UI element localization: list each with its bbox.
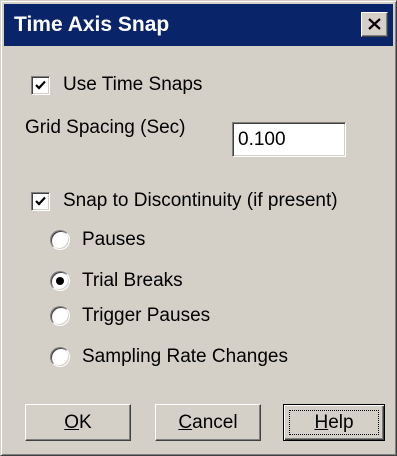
snap-to-discontinuity-label: Snap to Discontinuity (if present)	[63, 190, 338, 211]
radio-pauses[interactable]	[50, 230, 70, 250]
ok-label-rest: K	[79, 411, 92, 433]
window-title: Time Axis Snap	[14, 13, 170, 36]
grid-spacing-input[interactable]	[232, 122, 346, 157]
radio-trial-breaks-label: Trial Breaks	[82, 270, 183, 291]
use-time-snaps-label: Use Time Snaps	[63, 74, 203, 95]
grid-spacing-label: Grid Spacing (Sec)	[25, 117, 186, 138]
radio-trial-breaks[interactable]	[50, 271, 70, 291]
use-time-snaps-checkbox-row[interactable]: Use Time Snaps	[31, 74, 202, 96]
cancel-label-rest: ancel	[192, 411, 238, 433]
ok-mnemonic: O	[64, 411, 80, 433]
checkmark-icon	[35, 80, 46, 90]
ok-button[interactable]: OK	[25, 404, 131, 441]
radio-trigger-pauses-row[interactable]: Trigger Pauses	[50, 305, 210, 327]
close-x-icon	[368, 18, 381, 30]
cancel-mnemonic: C	[178, 411, 193, 433]
radio-pauses-row[interactable]: Pauses	[50, 229, 145, 251]
grid-spacing-row: Grid Spacing (Sec)	[25, 117, 202, 139]
cancel-button[interactable]: Cancel	[155, 404, 261, 441]
radio-trigger-pauses[interactable]	[50, 306, 70, 326]
close-button[interactable]	[361, 12, 388, 37]
snap-to-discontinuity-checkbox-row[interactable]: Snap to Discontinuity (if present)	[31, 190, 338, 212]
checkmark-icon	[35, 196, 46, 206]
radio-pauses-label: Pauses	[82, 229, 146, 250]
radio-sampling-rate-changes-row[interactable]: Sampling Rate Changes	[50, 346, 288, 368]
focus-rectangle	[289, 410, 379, 435]
radio-trial-breaks-row[interactable]: Trial Breaks	[50, 270, 183, 292]
radio-sampling-rate-changes-label: Sampling Rate Changes	[82, 346, 288, 367]
title-bar[interactable]: Time Axis Snap	[4, 4, 393, 46]
help-button[interactable]: Help	[283, 404, 385, 441]
use-time-snaps-checkbox[interactable]	[31, 75, 50, 95]
snap-to-discontinuity-checkbox[interactable]	[31, 191, 50, 211]
time-axis-snap-dialog: Time Axis Snap Use Time Snaps Grid Spaci…	[0, 0, 397, 456]
radio-sampling-rate-changes[interactable]	[50, 347, 70, 367]
radio-trigger-pauses-label: Trigger Pauses	[82, 305, 211, 326]
